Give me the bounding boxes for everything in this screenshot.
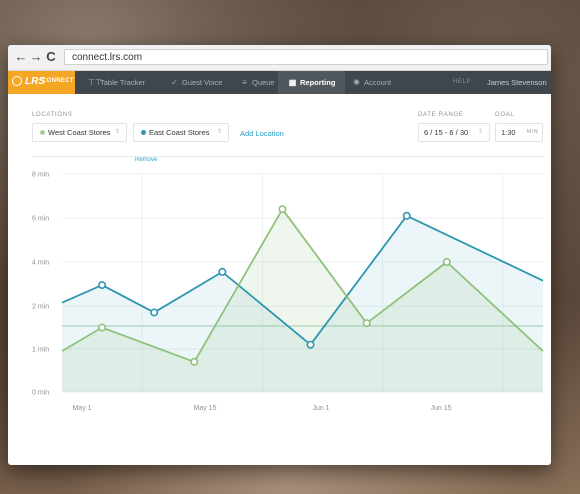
x-axis-labels: May 1 May 15 Jun 1 Jun 15	[72, 405, 451, 412]
building-icon: ▦	[288, 78, 297, 87]
logo-subtext: CONNECT	[42, 78, 74, 84]
x-tick-label: Jun 1	[312, 405, 329, 412]
nav-item-label: Reporting	[300, 78, 336, 87]
x-tick-label: Jun 15	[430, 405, 451, 412]
data-point[interactable]	[362, 319, 371, 328]
select-arrows-icon: ⇕	[114, 129, 120, 135]
select-arrows-icon: ⇕	[477, 129, 483, 135]
nav-item-label: Table Tracker	[100, 78, 146, 87]
add-location-link[interactable]: Add Location	[240, 129, 284, 138]
location-select-west[interactable]: West Coast Stores ⇕	[32, 123, 127, 142]
divider	[32, 156, 543, 157]
app-navbar: LRS CONNECT ⊤⊤Table Tracker ✓ Guest Voice…	[8, 71, 551, 94]
x-tick-label: May 1	[72, 405, 91, 412]
nav-item-account[interactable]: ✺ Account	[344, 71, 399, 94]
location-select-value: West Coast Stores	[48, 128, 111, 137]
checkmark-icon: ✓	[171, 78, 178, 87]
date-range-value: 6 / 15 - 6 / 30	[424, 128, 469, 137]
locations-label: LOCATIONS	[32, 112, 73, 118]
x-tick-label: May 15	[194, 405, 217, 412]
data-point[interactable]	[278, 205, 287, 214]
chart-series	[61, 205, 544, 392]
nav-item-label: Queue	[252, 78, 275, 87]
goal-input[interactable]: 1:30 MIN	[495, 123, 543, 142]
nav-item-label: Guest Voice	[182, 78, 223, 87]
nav-item-reporting[interactable]: ▦ Reporting	[278, 71, 346, 94]
date-range-label: DATE RANGE	[418, 112, 464, 118]
y-axis-labels: 8 min 6 min 4 min 2 min 1 min 0 min	[32, 172, 49, 397]
arrow-right-icon[interactable]: →	[29, 49, 43, 65]
table-icon: ⊤⊤	[88, 78, 102, 87]
y-tick-label: 1 min	[32, 347, 49, 354]
browser-toolbar: ← → C connect.lrs.com	[8, 45, 551, 71]
y-tick-label: 6 min	[32, 216, 49, 223]
help-link[interactable]: HELP	[453, 71, 471, 94]
location-select-east[interactable]: East Coast Stores ⇕	[133, 123, 229, 142]
reload-icon[interactable]: C	[44, 49, 58, 65]
y-tick-label: 2 min	[32, 304, 49, 311]
data-point[interactable]	[190, 357, 199, 366]
location-color-dot	[141, 130, 146, 135]
data-point[interactable]	[306, 340, 315, 349]
data-point[interactable]	[98, 281, 107, 290]
y-tick-label: 4 min	[32, 260, 49, 267]
nav-item-guest-voice[interactable]: ✓ Guest Voice	[162, 71, 230, 94]
y-tick-label: 0 min	[32, 390, 49, 397]
date-range-select[interactable]: 6 / 15 - 6 / 30 ⇕	[418, 123, 490, 142]
y-tick-label: 8 min	[32, 172, 49, 179]
wait-time-chart: 8 min6 min4 min2 min1 min0 min May 1 May …	[32, 172, 544, 412]
address-bar[interactable]: connect.lrs.com	[64, 49, 548, 65]
browser-window: ← → C connect.lrs.com LRS CONNECT ⊤⊤Tabl…	[8, 45, 551, 465]
nav-item-table-tracker[interactable]: ⊤⊤Table Tracker	[80, 71, 153, 94]
nav-item-queue[interactable]: ≡ Queue	[232, 71, 283, 94]
data-point[interactable]	[402, 211, 411, 220]
user-menu[interactable]: James Stevenson	[487, 71, 547, 94]
data-point[interactable]	[218, 267, 227, 276]
data-point[interactable]	[98, 323, 107, 332]
location-select-value: East Coast Stores	[149, 128, 210, 137]
gear-icon: ✺	[353, 78, 360, 87]
select-arrows-icon: ⇕	[216, 129, 222, 135]
nav-item-label: Account	[364, 78, 392, 87]
arrow-left-icon[interactable]: ←	[14, 49, 28, 65]
logo-circle-icon	[12, 76, 22, 86]
goal-label: GOAL	[495, 112, 515, 118]
data-point[interactable]	[150, 308, 159, 317]
list-icon: ≡	[242, 78, 247, 87]
location-color-dot	[40, 130, 45, 135]
goal-value: 1:30	[501, 128, 516, 137]
data-point[interactable]	[442, 258, 451, 267]
goal-unit: MIN	[526, 129, 538, 135]
logo[interactable]: LRS CONNECT	[8, 71, 75, 94]
